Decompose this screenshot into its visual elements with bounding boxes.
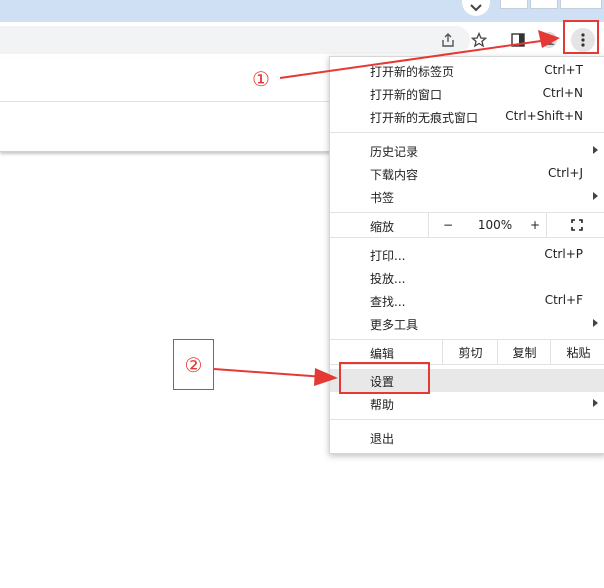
zoom-minus-label: − xyxy=(442,218,454,232)
cut-button[interactable]: 剪切 xyxy=(442,340,498,364)
shortcut-label: Ctrl+N xyxy=(542,86,583,100)
menu-item-label: 历史记录 xyxy=(370,145,419,159)
profile-button[interactable] xyxy=(537,28,561,52)
zoom-value-label: 100% xyxy=(477,218,513,232)
menu-item-label: 帮助 xyxy=(370,398,395,412)
menu-item-label: 打开新的标签页 xyxy=(370,65,455,79)
menu-item-label: 下载内容 xyxy=(370,168,419,182)
chrome-menu: 打开新的标签页 Ctrl+T 打开新的窗口 Ctrl+N 打开新的无痕式窗口 C… xyxy=(329,56,604,454)
menu-item-label: 更多工具 xyxy=(370,318,419,332)
shortcut-label: Ctrl+F xyxy=(544,293,583,307)
menu-item-label: 退出 xyxy=(370,432,395,446)
fullscreen-icon xyxy=(570,219,583,231)
share-icon xyxy=(442,33,454,47)
menu-item-more-tools[interactable]: 更多工具 xyxy=(330,312,604,335)
menu-separator xyxy=(330,237,604,238)
menu-separator xyxy=(330,132,604,133)
menu-item-exit[interactable]: 退出 xyxy=(330,426,604,449)
zoom-label: 缩放 xyxy=(370,220,395,234)
page-content-panel xyxy=(0,58,330,152)
zoom-in-button[interactable]: + xyxy=(524,213,546,237)
minimize-button[interactable] xyxy=(500,0,528,9)
menu-item-history[interactable]: 历史记录 xyxy=(330,139,604,162)
edit-label: 编辑 xyxy=(370,347,395,361)
menu-item-bookmarks[interactable]: 书签 xyxy=(330,185,604,208)
menu-item-label: 书签 xyxy=(370,191,395,205)
submenu-arrow-icon xyxy=(593,146,598,154)
side-panel-button[interactable] xyxy=(506,28,530,52)
share-button[interactable] xyxy=(436,28,460,52)
menu-separator xyxy=(330,419,604,420)
bookmark-star-button[interactable] xyxy=(467,28,491,52)
cut-label: 剪切 xyxy=(458,345,483,360)
highlight-box-settings xyxy=(339,362,430,394)
shortcut-label: Ctrl+P xyxy=(544,247,583,261)
fullscreen-button[interactable] xyxy=(546,213,604,237)
chevron-down-icon xyxy=(470,4,482,12)
menu-item-label: 打印... xyxy=(370,249,406,263)
step-2-marker-label: ② xyxy=(184,352,203,377)
profile-icon xyxy=(541,32,557,48)
zoom-value: 100% xyxy=(466,213,524,237)
menu-item-new-tab[interactable]: 打开新的标签页 Ctrl+T xyxy=(330,59,604,82)
menu-item-cast[interactable]: 投放... xyxy=(330,266,604,289)
submenu-arrow-icon xyxy=(593,319,598,327)
menu-item-print[interactable]: 打印... Ctrl+P xyxy=(330,243,604,266)
close-window-button[interactable] xyxy=(560,0,602,9)
maximize-button[interactable] xyxy=(530,0,558,9)
zoom-row: 缩放 − 100% + xyxy=(330,213,604,237)
side-panel-icon xyxy=(511,33,525,47)
submenu-arrow-icon xyxy=(593,399,598,407)
submenu-arrow-icon xyxy=(593,192,598,200)
menu-item-new-window[interactable]: 打开新的窗口 Ctrl+N xyxy=(330,82,604,105)
step-2-marker: ② xyxy=(173,339,214,390)
paste-label: 粘贴 xyxy=(566,345,591,360)
copy-label: 复制 xyxy=(512,345,537,360)
menu-item-new-incognito[interactable]: 打开新的无痕式窗口 Ctrl+Shift+N xyxy=(330,105,604,128)
address-bar[interactable] xyxy=(0,26,470,54)
copy-button[interactable]: 复制 xyxy=(497,340,551,364)
shortcut-label: Ctrl+Shift+N xyxy=(505,109,583,123)
menu-item-label: 打开新的窗口 xyxy=(370,88,443,102)
step-1-marker: ① xyxy=(252,67,270,91)
star-icon xyxy=(471,32,487,48)
zoom-plus-label: + xyxy=(529,218,541,232)
menu-item-label: 查找... xyxy=(370,295,406,309)
arrow-2-line xyxy=(213,368,326,378)
edit-row: 编辑 剪切 复制 粘贴 xyxy=(330,340,604,364)
divider xyxy=(0,101,330,102)
shortcut-label: Ctrl+J xyxy=(548,166,583,180)
menu-item-label: 投放... xyxy=(370,272,406,286)
menu-item-find[interactable]: 查找... Ctrl+F xyxy=(330,289,604,312)
paste-button[interactable]: 粘贴 xyxy=(550,340,604,364)
menu-item-label: 打开新的无痕式窗口 xyxy=(370,111,479,125)
menu-item-downloads[interactable]: 下载内容 Ctrl+J xyxy=(330,162,604,185)
shortcut-label: Ctrl+T xyxy=(544,63,583,77)
menu-item-help[interactable]: 帮助 xyxy=(330,392,604,415)
zoom-out-button[interactable]: − xyxy=(428,213,467,237)
highlight-box-menu-button xyxy=(563,20,599,54)
